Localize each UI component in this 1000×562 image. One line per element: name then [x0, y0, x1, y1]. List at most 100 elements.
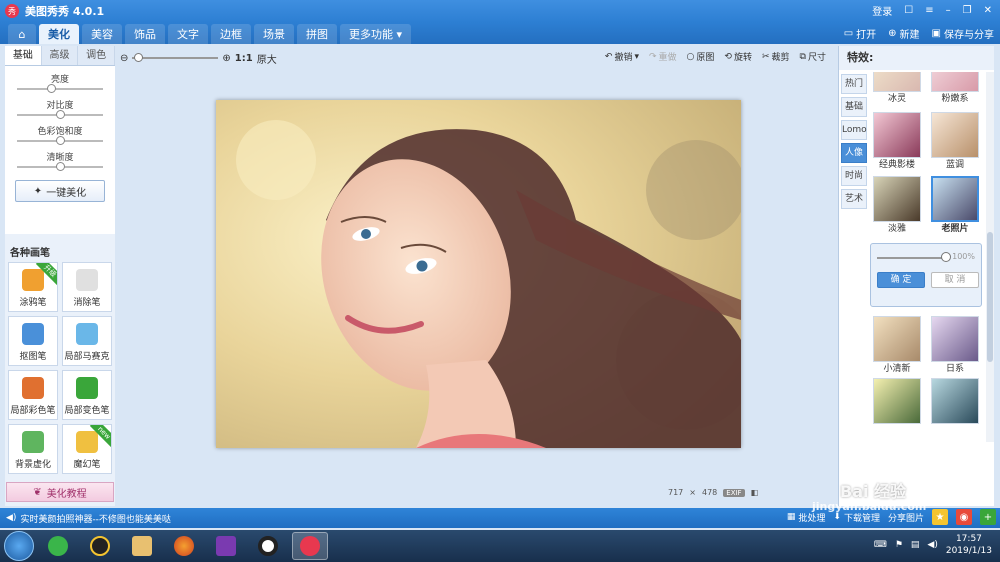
zoom-out-icon[interactable]: ⊖	[120, 53, 128, 64]
original-size-button[interactable]: 原大	[257, 51, 277, 66]
crop-button[interactable]: ✂ 裁剪	[762, 50, 790, 64]
effect-elegant[interactable]: 淡雅	[873, 176, 921, 235]
one-key-label: 一键美化	[46, 187, 87, 199]
strength-knob[interactable]	[941, 252, 951, 262]
effect-thumb[interactable]	[931, 378, 979, 424]
effect-japanese[interactable]: 日系	[931, 316, 979, 375]
new-button[interactable]: ⊕ 新建	[888, 26, 919, 41]
strength-slider[interactable]: 100%	[877, 252, 975, 264]
network-icon[interactable]: ▤	[911, 540, 920, 550]
pencil-icon	[22, 269, 44, 291]
clock[interactable]: 17:57 2019/1/13	[946, 533, 992, 557]
star-icon[interactable]: ★	[932, 509, 948, 525]
effect-thumb[interactable]	[873, 378, 921, 424]
start-button[interactable]	[4, 531, 34, 561]
category-basic[interactable]: 基础	[841, 97, 867, 117]
contrast-slider[interactable]	[11, 110, 109, 120]
weibo-icon[interactable]: ◉	[956, 509, 972, 525]
menu-icon[interactable]: ≡	[925, 5, 933, 16]
tab-beautify[interactable]: 美化	[39, 24, 79, 44]
one-key-beautify-button[interactable]: ✦ 一键美化	[15, 180, 105, 202]
minimize-icon[interactable]: –	[946, 5, 951, 16]
sharpness-knob[interactable]	[55, 162, 65, 171]
mosaic-brush-button[interactable]: 局部马赛克	[62, 316, 112, 366]
brightness-slider[interactable]	[11, 84, 109, 94]
taskbar-app-meitu[interactable]	[292, 532, 328, 560]
rotate-button[interactable]: ⟲ 旋转	[724, 50, 752, 64]
scroll-thumb[interactable]	[987, 232, 993, 362]
video-app-icon	[216, 536, 236, 556]
save-button[interactable]: ▣ 保存与分享	[932, 26, 994, 41]
effects-scrollbar[interactable]	[986, 72, 994, 442]
actual-ratio[interactable]: 1:1	[235, 53, 253, 64]
home-tab[interactable]: ⌂	[8, 24, 36, 44]
compare-view-icon[interactable]: ◧	[751, 488, 759, 497]
effect-classic-studio[interactable]: 经典影楼	[873, 112, 921, 171]
saturation-slider[interactable]	[11, 136, 109, 146]
exif-button[interactable]: EXIF	[723, 488, 745, 497]
add-icon[interactable]: +	[980, 509, 996, 525]
photo-canvas[interactable]	[216, 100, 741, 448]
tab-beauty[interactable]: 美容	[82, 24, 122, 44]
contrast-knob[interactable]	[55, 110, 65, 119]
message-icon[interactable]: ☐	[904, 5, 913, 16]
tutorial-button[interactable]: ❦ 美化教程	[6, 482, 114, 502]
undo-button[interactable]: ↶ 撤销 ▾	[605, 50, 639, 64]
effect-pink[interactable]: 粉嫩系	[931, 72, 979, 105]
category-fashion[interactable]: 时尚	[841, 166, 867, 186]
zoom-knob[interactable]	[133, 53, 143, 62]
open-button[interactable]: ▭ 打开	[844, 26, 876, 41]
recolor-brush-button[interactable]: 局部变色笔	[62, 370, 112, 420]
sharpness-slider[interactable]	[11, 162, 109, 172]
taskbar-app[interactable]	[124, 532, 160, 560]
category-hot[interactable]: 热门	[841, 74, 867, 94]
cancel-button[interactable]: 取 消	[931, 272, 979, 288]
taskbar-app[interactable]	[82, 532, 118, 560]
brightness-knob[interactable]	[46, 84, 56, 93]
brush-grid: 升级 涂鸦笔 消除笔 抠图笔 局部马赛克 局部彩色笔 局部变色笔 背景虚化 new…	[8, 262, 115, 474]
paint-bucket-icon	[76, 377, 98, 399]
flag-icon[interactable]: ⚑	[895, 540, 903, 550]
subtab-basic[interactable]: 基础	[5, 46, 42, 65]
effect-old-photo[interactable]: 老照片	[931, 176, 979, 235]
tab-scene[interactable]: 场景	[254, 24, 294, 44]
saturation-knob[interactable]	[55, 136, 65, 145]
original-button[interactable]: ○ 原图	[687, 50, 715, 64]
subtab-advanced[interactable]: 高级	[41, 46, 79, 65]
tab-text[interactable]: 文字	[168, 24, 208, 44]
maximize-icon[interactable]: ❐	[963, 5, 972, 16]
taskbar-app[interactable]	[208, 532, 244, 560]
effect-ice[interactable]: 冰灵	[873, 72, 921, 105]
promo-message[interactable]: ◀) 实时美颜拍照神器--不修图也能美美哒	[6, 512, 171, 525]
login-link[interactable]: 登录	[872, 3, 892, 18]
effect-fresh[interactable]: 小清新	[873, 316, 921, 375]
taskbar-app[interactable]	[166, 532, 202, 560]
taskbar-app[interactable]	[40, 532, 76, 560]
tab-collage[interactable]: 拼图	[297, 24, 337, 44]
cutout-brush-button[interactable]: 抠图笔	[8, 316, 58, 366]
eraser-brush-button[interactable]: 消除笔	[62, 262, 112, 312]
resize-button[interactable]: ⧉ 尺寸	[800, 50, 826, 64]
magic-brush-button[interactable]: new 魔幻笔	[62, 424, 112, 474]
subtab-color[interactable]: 调色	[78, 46, 116, 65]
zoom-slider[interactable]	[132, 53, 219, 63]
taskbar-app[interactable]	[250, 532, 286, 560]
volume-icon[interactable]: ◀)	[927, 540, 937, 550]
system-tray: ⌨ ⚑ ▤ ◀) 17:57 2019/1/13	[874, 533, 992, 557]
category-lomo[interactable]: Lomo	[841, 120, 867, 140]
category-art[interactable]: 艺术	[841, 189, 867, 209]
tab-frame[interactable]: 边框	[211, 24, 251, 44]
effect-blue[interactable]: 蓝调	[931, 112, 979, 171]
blur-background-button[interactable]: 背景虚化	[8, 424, 58, 474]
doodle-brush-button[interactable]: 升级 涂鸦笔	[8, 262, 58, 312]
header-actions: ▭ 打开 ⊕ 新建 ▣ 保存与分享	[844, 26, 994, 41]
close-icon[interactable]: ✕	[984, 5, 992, 16]
zoom-in-icon[interactable]: ⊕	[222, 53, 230, 64]
tab-more[interactable]: 更多功能 ▾	[340, 24, 412, 44]
confirm-button[interactable]: 确 定	[877, 272, 925, 288]
color-brush-button[interactable]: 局部彩色笔	[8, 370, 58, 420]
tab-decor[interactable]: 饰品	[125, 24, 165, 44]
redo-button[interactable]: ↷ 重做	[649, 50, 677, 64]
keyboard-icon[interactable]: ⌨	[874, 540, 887, 550]
category-portrait[interactable]: 人像	[841, 143, 867, 163]
